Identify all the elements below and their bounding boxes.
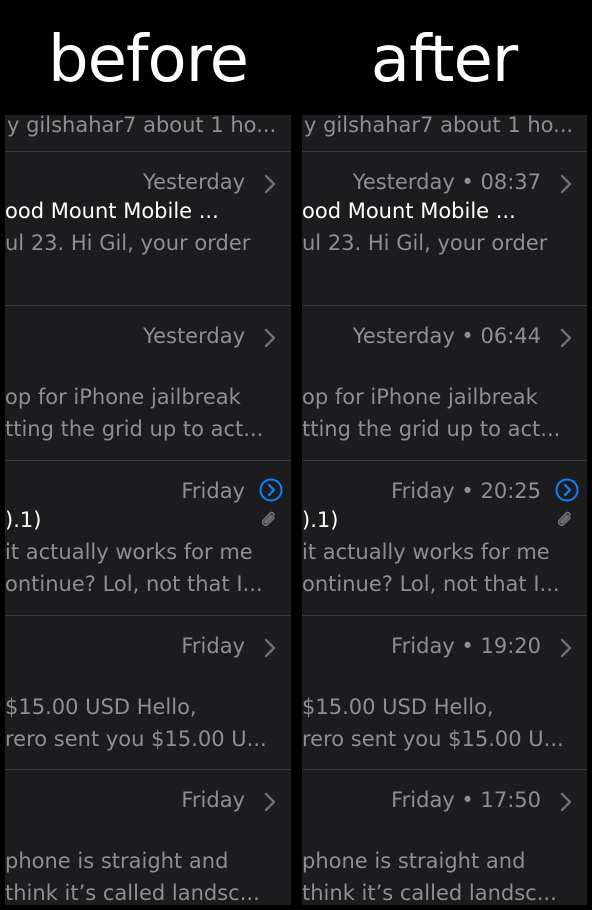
after-heading: after: [370, 23, 518, 97]
mail-preview-text: ul 23. Hi Gil, your order: [5, 231, 251, 255]
chevron-right-icon: [262, 326, 278, 350]
chevron-right-icon: [262, 172, 278, 196]
mail-preview-text: $15.00 USD Hello,: [302, 695, 494, 719]
mail-preview-text: tting the grid up to act...: [302, 417, 561, 441]
mail-preview-text: phone is straight and: [302, 849, 526, 873]
mail-preview-text: phone is straight and: [5, 849, 229, 873]
mail-list-item[interactable]: Yesterday op for iPhone jailbreak tting th…: [5, 305, 291, 460]
mail-preview-text: ontinue? Lol, not that I...: [302, 572, 560, 596]
message-preview-partial: y gilshahar7 about 1 ho...: [7, 115, 277, 137]
mail-preview-text: it actually works for me: [5, 540, 253, 564]
mail-list-item[interactable]: Yesterday ood Mount Mobile ... ul 23. Hi G…: [5, 151, 291, 306]
mail-timestamp: Yesterday: [143, 324, 245, 348]
paperclip-icon: [555, 509, 575, 531]
mail-preview-text: tting the grid up to act...: [5, 417, 264, 441]
mail-preview-text: op for iPhone jailbreak: [5, 385, 241, 409]
chevron-circle-icon[interactable]: [259, 478, 283, 502]
mail-sender-or-subject: ood Mount Mobile ...: [5, 199, 219, 223]
mail-list-item[interactable]: Friday phone is straight and think it’s c…: [5, 769, 291, 905]
mail-list-item[interactable]: Friday • 17:50 phone is straight and thin…: [302, 769, 587, 905]
after-mail-list: y gilshahar7 about 1 ho... Yesterday • 08…: [302, 115, 587, 905]
mail-preview-text: op for iPhone jailbreak: [302, 385, 538, 409]
mail-list-item[interactable]: Yesterday • 06:44 op for iPhone jailbreak…: [302, 305, 587, 460]
chevron-circle-icon[interactable]: [555, 478, 579, 502]
mail-list-item[interactable]: Friday • 20:25 ).1) it actually works for…: [302, 460, 587, 615]
mail-timestamp: Friday • 20:25: [391, 479, 541, 503]
mail-preview-text: $15.00 USD Hello,: [5, 695, 197, 719]
mail-preview-text: rero sent you $15.00 U...: [302, 727, 564, 751]
mail-list-item[interactable]: Friday $15.00 USD Hello, rero sent you $1…: [5, 615, 291, 770]
mail-timestamp: Friday: [181, 479, 245, 503]
mail-preview-text: think it’s called landsc...: [302, 881, 557, 905]
mail-timestamp: Friday: [181, 634, 245, 658]
message-preview-partial: y gilshahar7 about 1 ho...: [304, 115, 574, 137]
mail-sender-or-subject: ood Mount Mobile ...: [302, 199, 516, 223]
chevron-right-icon: [262, 636, 278, 660]
mail-preview-text: rero sent you $15.00 U...: [5, 727, 267, 751]
mail-list-item[interactable]: Friday ).1) it actually works for me ontin…: [5, 460, 291, 615]
mail-timestamp: Yesterday • 06:44: [352, 324, 541, 348]
mail-timestamp: Yesterday: [143, 170, 245, 194]
mail-sender-or-subject: ).1): [302, 508, 339, 532]
before-heading: before: [48, 23, 249, 97]
paperclip-icon: [259, 509, 279, 531]
mail-list-item[interactable]: Yesterday • 08:37 ood Mount Mobile ... ul …: [302, 151, 587, 306]
chevron-right-icon: [558, 636, 574, 660]
mail-preview-text: ul 23. Hi Gil, your order: [302, 231, 548, 255]
mail-preview-text: it actually works for me: [302, 540, 550, 564]
mail-timestamp: Yesterday • 08:37: [352, 170, 541, 194]
before-mail-list: y gilshahar7 about 1 ho... Yesterday ood M…: [5, 115, 291, 905]
chevron-right-icon: [558, 326, 574, 350]
mail-list-item[interactable]: Friday • 19:20 $15.00 USD Hello, rero sen…: [302, 615, 587, 770]
mail-timestamp: Friday • 19:20: [391, 634, 541, 658]
mail-timestamp: Friday • 17:50: [391, 788, 541, 812]
mail-preview-text: think it’s called landsc...: [5, 881, 260, 905]
mail-timestamp: Friday: [181, 788, 245, 812]
mail-sender-or-subject: ).1): [5, 508, 42, 532]
mail-preview-text: ontinue? Lol, not that I...: [5, 572, 263, 596]
chevron-right-icon: [262, 790, 278, 814]
chevron-right-icon: [558, 172, 574, 196]
chevron-right-icon: [558, 790, 574, 814]
